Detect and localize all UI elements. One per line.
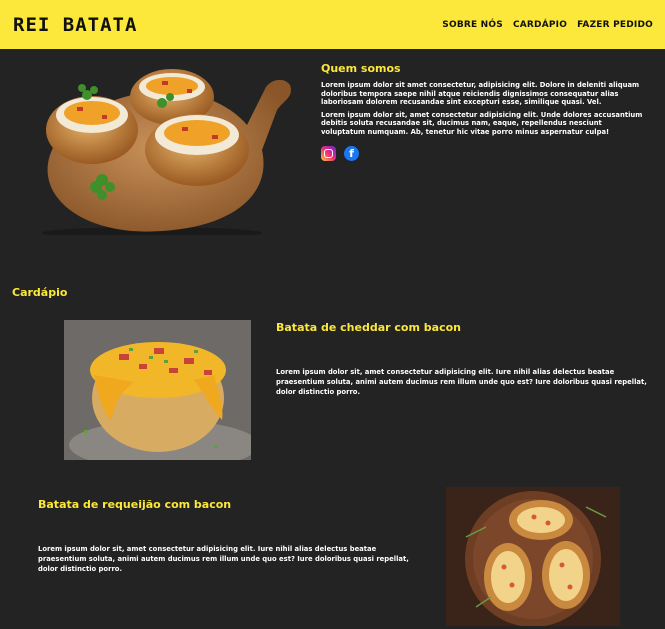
about-title: Quem somos [321,62,401,75]
nav-link-sobre-nos[interactable]: SOBRE NÓS [442,20,503,30]
facebook-icon[interactable]: f [344,145,359,161]
menu-item-description: Lorem ipsum dolor sit, amet consectetur … [276,368,647,396]
social-links: f [321,145,643,161]
about-section: Quem somos Lorem ipsum dolor sit amet co… [321,62,643,161]
instagram-icon[interactable] [321,145,336,161]
menu-item-description: Lorem ipsum dolor sit, amet consectetur … [38,545,409,573]
main-nav: SOBRE NÓS CARDÁPIO FAZER PEDIDO [442,20,653,30]
about-paragraph-1: Lorem ipsum dolor sit amet consectetur, … [321,81,640,107]
menu-item-title: Batata de requeijão com bacon [38,498,232,511]
about-paragraph-2: Lorem ipsum dolor sit, amet consectetur … [321,110,643,136]
menu-item-requeijao: Batata de requeijão com bacon Lorem ipsu… [38,498,410,574]
nav-link-fazer-pedido[interactable]: FAZER PEDIDO [577,20,653,30]
menu-title: Cardápio [12,286,68,299]
hero-potatoes-image [42,69,291,235]
site-logo[interactable]: REI BATATA [13,14,137,36]
nav-link-cardapio[interactable]: CARDÁPIO [513,20,567,30]
site-header: REI BATATA SOBRE NÓS CARDÁPIO FAZER PEDI… [0,0,665,49]
menu-item-title: Batata de cheddar com bacon [276,321,461,334]
dish-requeijao-image [446,487,620,626]
menu-item-cheddar: Batata de cheddar com bacon Lorem ipsum … [276,321,648,397]
dish-cheddar-image [64,320,251,460]
